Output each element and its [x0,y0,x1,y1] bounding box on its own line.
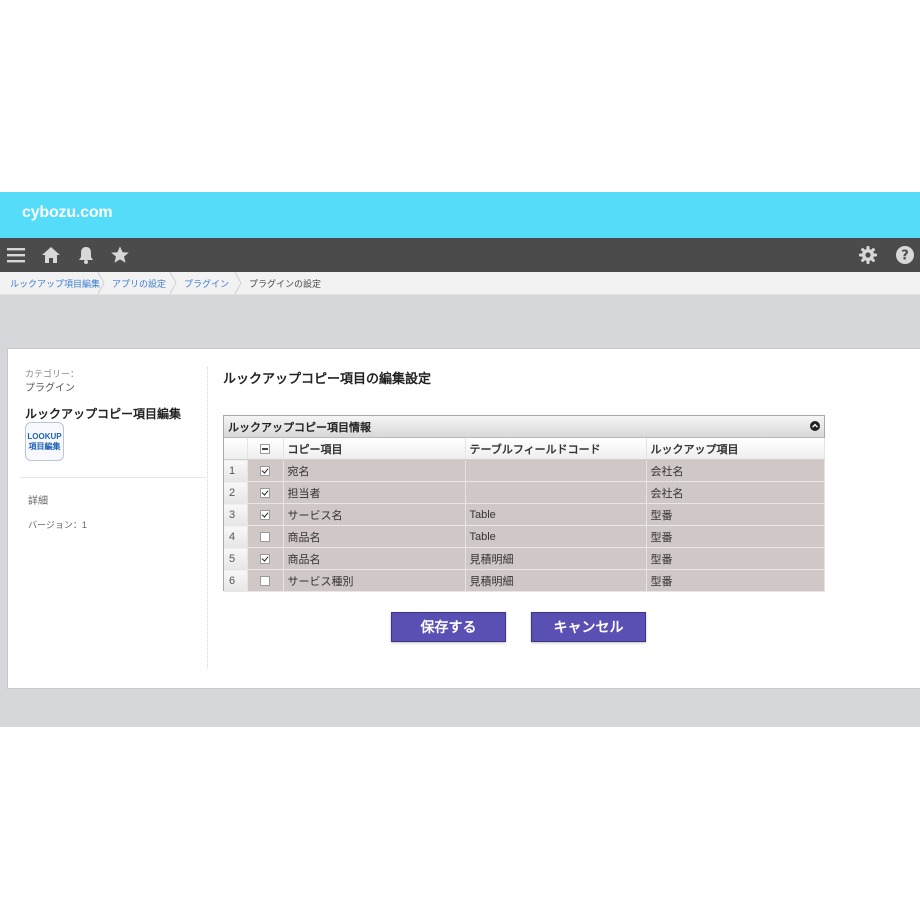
grid-caption: ルックアップコピー項目情報 [224,416,824,438]
cell-lookup-item[interactable]: 型番 [646,547,825,570]
gear-icon[interactable] [858,245,878,265]
cell-copy-item[interactable]: 担当者 [283,481,466,504]
cell-table-field-code[interactable] [465,481,647,504]
grid-table: コピー項目 テーブルフィールドコード ルックアップ項目 1 宛名 会社名 2 担当者 会社… [224,438,825,592]
plugin-icon-line1: LOOKUP [27,432,62,441]
table-row[interactable]: 1 宛名 会社名 [224,459,825,482]
menu-icon[interactable] [6,245,26,265]
cell-table-field-code[interactable]: Table [465,525,647,548]
brand-bar: cybozu.com [0,192,920,238]
table-row[interactable]: 4 商品名 Table 型番 [224,525,825,548]
plugin-lookup-icon: LOOKUP 項目編集 [25,422,64,461]
table-row[interactable]: 6 サービス種別 見積明細 型番 [224,569,825,592]
table-row[interactable]: 3 サービス名 Table 型番 [224,503,825,526]
row-number-header [224,438,248,460]
cell-copy-item[interactable]: 宛名 [283,459,466,482]
row-checkbox[interactable] [260,465,270,476]
breadcrumb-separator-icon [169,272,177,294]
collapse-icon[interactable] [810,421,820,431]
select-all-header [247,438,284,460]
row-select-cell [247,569,284,592]
star-icon[interactable] [110,245,130,265]
row-checkbox[interactable] [260,575,270,586]
table-row[interactable]: 5 商品名 見積明細 型番 [224,547,825,570]
cell-lookup-item[interactable]: 会社名 [646,481,825,504]
cell-table-field-code[interactable]: Table [465,503,647,526]
row-select-cell [247,525,284,548]
column-header-lookup-item[interactable]: ルックアップ項目 [646,438,825,460]
row-select-cell [247,481,284,504]
cell-copy-item[interactable]: 商品名 [283,547,466,570]
settings-panel: カテゴリー： プラグイン ルックアップコピー項目編集 LOOKUP 項目編集 詳… [7,348,920,689]
category-value: プラグイン [25,383,75,394]
row-number: 2 [224,481,248,504]
cell-table-field-code[interactable]: 見積明細 [465,547,647,570]
cell-lookup-item[interactable]: 型番 [646,569,825,592]
row-number: 3 [224,503,248,526]
breadcrumb-app-settings[interactable]: アプリの設定 [112,277,166,290]
column-header-copy-item[interactable]: コピー項目 [283,438,466,460]
row-number: 6 [224,569,248,592]
svg-text:?: ? [901,249,909,264]
row-checkbox[interactable] [260,531,270,542]
breadcrumb-current: プラグインの設定 [249,279,322,289]
global-nav-bar: ? [0,238,920,272]
breadcrumb-separator-icon [97,272,105,294]
cell-lookup-item[interactable]: 型番 [646,525,825,548]
bell-icon[interactable] [76,245,96,265]
plugin-icon-line2: 項目編集 [28,442,61,451]
breadcrumb-app[interactable]: ルックアップ項目編集 [10,277,100,290]
row-checkbox[interactable] [260,509,270,520]
cell-lookup-item[interactable]: 型番 [646,503,825,526]
sidebar-divider [20,477,206,478]
column-header-table-field-code[interactable]: テーブルフィールドコード [465,438,647,460]
select-all-checkbox[interactable] [260,443,270,454]
detail-link[interactable]: 詳細 [28,492,48,507]
breadcrumb-separator-icon [234,272,242,294]
cell-copy-item[interactable]: 商品名 [283,525,466,548]
version-label: バージョン：1 [28,520,87,530]
row-select-cell [247,547,284,570]
row-number: 5 [224,547,248,570]
row-number: 4 [224,525,248,548]
breadcrumb-plugins[interactable]: プラグイン [184,277,229,290]
cancel-button[interactable]: キャンセル [531,612,646,642]
help-icon[interactable]: ? [895,245,915,265]
plugin-name: ルックアップコピー項目編集 [25,407,182,421]
row-number: 1 [224,459,248,482]
row-select-cell [247,459,284,482]
cell-lookup-item[interactable]: 会社名 [646,459,825,482]
home-icon[interactable] [41,245,61,265]
sidebar-border [207,367,208,669]
cell-table-field-code[interactable]: 見積明細 [465,569,647,592]
grid-caption-text: ルックアップコピー項目情報 [228,422,371,434]
cell-table-field-code[interactable] [465,459,647,482]
breadcrumb: ルックアップ項目編集 アプリの設定 プラグイン プラグインの設定 [0,272,920,295]
cybozu-logo[interactable]: cybozu.com [22,204,113,222]
page-title: ルックアップコピー項目の編集設定 [223,371,432,386]
cell-copy-item[interactable]: サービス種別 [283,569,466,592]
lookup-copy-grid: ルックアップコピー項目情報 コピー項目 テーブルフィールドコード ルックアップ項… [223,415,825,592]
grid-header-row: コピー項目 テーブルフィールドコード ルックアップ項目 [224,438,825,460]
plugin-sidebar: カテゴリー： プラグイン ルックアップコピー項目編集 LOOKUP 項目編集 詳… [8,349,208,688]
save-button[interactable]: 保存する [391,612,506,642]
row-select-cell [247,503,284,526]
table-row[interactable]: 2 担当者 会社名 [224,481,825,504]
cell-copy-item[interactable]: サービス名 [283,503,466,526]
row-checkbox[interactable] [260,487,270,498]
row-checkbox[interactable] [260,553,270,564]
